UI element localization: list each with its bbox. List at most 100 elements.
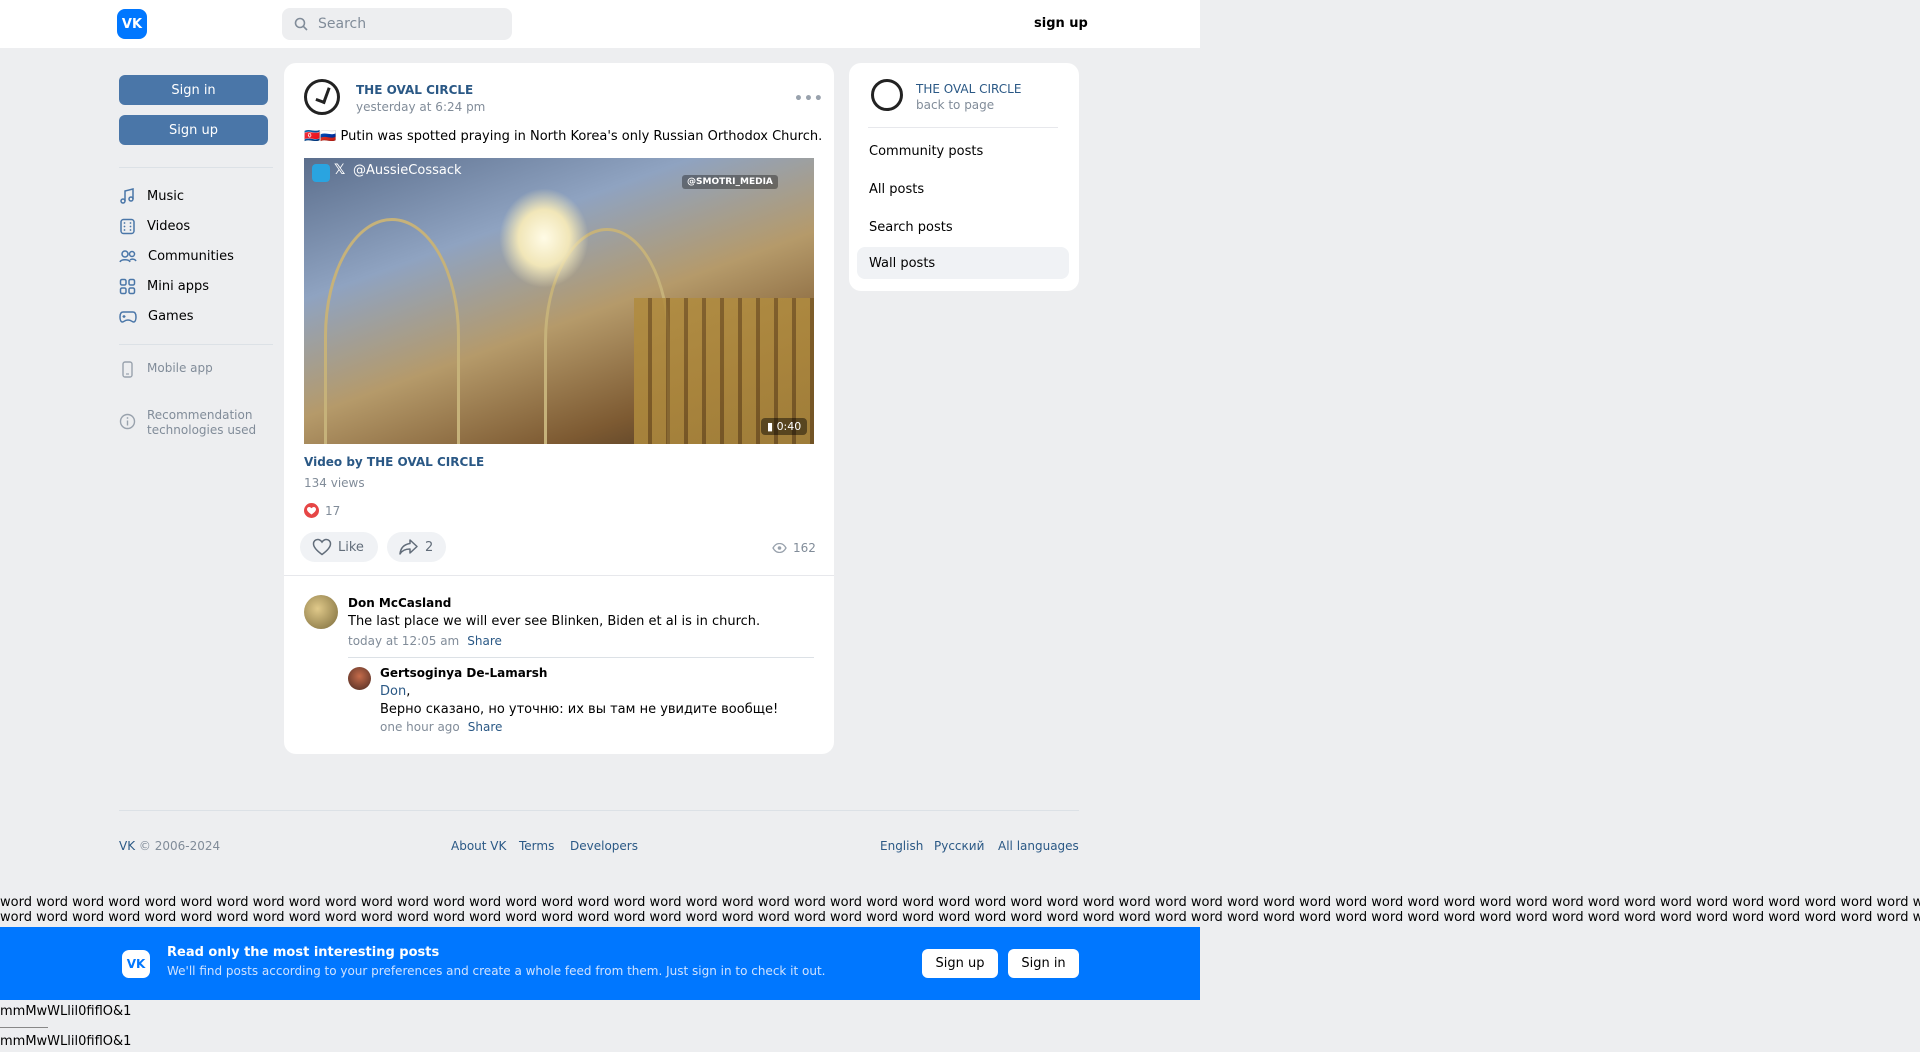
info-icon [119, 413, 136, 430]
post-time[interactable]: yesterday at 6:24 pm [356, 100, 485, 114]
mini-apps-icon [119, 278, 136, 295]
filler-text: word word word word word word word word … [0, 910, 1920, 925]
views-count: 162 [793, 541, 816, 555]
sidebar-signup-button[interactable]: Sign up [119, 115, 268, 145]
share-button[interactable]: 2 [387, 532, 446, 562]
phone-icon [122, 361, 133, 378]
right-group-avatar[interactable] [871, 79, 903, 111]
video-icon [120, 218, 135, 235]
eye-icon [772, 543, 787, 553]
right-item-search-posts[interactable]: Search posts [869, 211, 1057, 243]
comment-time[interactable]: today at 12:05 am [348, 634, 459, 648]
footer-link-about[interactable]: About VK [451, 839, 506, 853]
telegram-icon [312, 164, 330, 182]
banner-signin-button[interactable]: Sign in [1008, 949, 1079, 978]
sidebar-item-recommendations[interactable]: Recommendation technologies used [119, 408, 256, 438]
heart-reaction-icon[interactable] [304, 503, 319, 518]
sidebar-item-label: Mobile app [147, 361, 213, 375]
like-button[interactable]: Like [300, 532, 378, 562]
right-divider [868, 127, 1058, 128]
right-group-name[interactable]: THE OVAL CIRCLE [916, 82, 1021, 96]
reply-author[interactable]: Gertsoginya De-Lamarsh [380, 666, 547, 680]
sidebar-divider [119, 167, 273, 168]
post-text: 🇰🇵🇷🇺 Putin was spotted praying in North … [304, 129, 823, 144]
sidebar-item-games[interactable]: Games [119, 308, 193, 325]
top-bar: VK sign up [0, 0, 1200, 48]
more-options-icon[interactable]: ••• [794, 91, 824, 107]
banner-title: Read only the most interesting posts [167, 945, 440, 960]
sidebar-divider [119, 344, 273, 345]
sidebar-item-label: Communities [148, 249, 234, 264]
banner-vk-logo: VK [122, 950, 150, 978]
sidebar-item-label: Videos [147, 219, 191, 234]
comment-meta: today at 12:05 am Share [348, 634, 502, 648]
sidebar-item-videos[interactable]: Videos [119, 218, 190, 235]
search-input[interactable] [316, 15, 500, 33]
reply-meta: one hour ago Share [380, 720, 502, 734]
sidebar-item-label: Music [147, 189, 184, 204]
tail-text: mmMwWLlil0fiflO&1 [0, 1034, 132, 1049]
tail-text: mmMwWLlil0fiflO&1 [0, 1004, 132, 1019]
x-icon: 𝕏 [334, 162, 346, 178]
video-scene [499, 188, 589, 288]
group-avatar[interactable] [304, 79, 340, 115]
filler-text: word word word word word word word word … [0, 895, 1920, 910]
video-title[interactable]: Video by THE OVAL CIRCLE [304, 455, 484, 469]
comment-share-link[interactable]: Share [467, 634, 502, 648]
comment-author[interactable]: Don McCasland [348, 596, 451, 610]
communities-icon [119, 250, 137, 263]
reply-time[interactable]: one hour ago [380, 720, 460, 734]
reactions-count[interactable]: 17 [325, 504, 340, 518]
comment-avatar[interactable] [304, 595, 338, 629]
vk-logo[interactable]: VK [117, 9, 147, 39]
footer-copyright: VK © 2006-2024 [119, 839, 221, 853]
like-label: Like [338, 539, 364, 555]
sidebar-item-label: Mini apps [147, 279, 210, 294]
video-scene [324, 218, 460, 444]
reply-text: Верно сказано, но уточню: их вы там не у… [380, 702, 779, 717]
footer-link-terms[interactable]: Terms [519, 839, 554, 853]
reply-avatar[interactable] [348, 667, 371, 690]
share-icon [399, 539, 418, 555]
video-duration: ▮ 0:40 [761, 418, 808, 435]
video-views: 134 views [304, 476, 365, 490]
right-item-community-posts[interactable]: Community posts [869, 135, 1057, 167]
sidebar-item-mobile-app[interactable]: Mobile app [119, 361, 213, 378]
footer-divider [119, 810, 1079, 811]
comment-divider [348, 657, 814, 658]
video-handle: @AussieCossack [353, 163, 462, 178]
heart-icon [312, 538, 332, 556]
reply-mention[interactable]: Don, [380, 684, 410, 699]
search-box[interactable] [282, 8, 512, 40]
search-icon [294, 17, 308, 31]
right-panel: THE OVAL CIRCLE back to page Community p… [849, 63, 1079, 291]
banner-subtitle: We'll find posts according to your prefe… [167, 964, 826, 978]
sidebar-item-label: Games [148, 309, 194, 324]
games-icon [119, 311, 137, 323]
signal-icon: ▮ [767, 420, 777, 433]
reply-share-link[interactable]: Share [468, 720, 503, 734]
right-item-wall-posts[interactable]: Wall posts [857, 247, 1069, 279]
sidebar-item-mini-apps[interactable]: Mini apps [119, 278, 209, 295]
footer-lang-english[interactable]: English [880, 839, 923, 853]
banner-signup-button[interactable]: Sign up [922, 949, 998, 978]
post-group-name[interactable]: THE OVAL CIRCLE [356, 83, 473, 97]
sidebar-item-communities[interactable]: Communities [119, 248, 234, 265]
sidebar-item-music[interactable]: Music [119, 188, 184, 205]
tail-divider [0, 1027, 48, 1028]
footer-lang-all[interactable]: All languages [998, 839, 1079, 853]
right-item-all-posts[interactable]: All posts [869, 173, 1057, 205]
back-to-page-link[interactable]: back to page [916, 98, 994, 112]
header-signup-link[interactable]: sign up [1034, 16, 1088, 31]
signup-banner: VK Read only the most interesting posts … [0, 927, 1200, 1000]
footer-link-developers[interactable]: Developers [570, 839, 638, 853]
video-watermark: @SMOTRI_MEDIA [682, 175, 778, 189]
post-card: THE OVAL CIRCLE yesterday at 6:24 pm •••… [284, 63, 834, 754]
footer-lang-russian[interactable]: Русский [934, 839, 984, 853]
sidebar-item-label: Recommendation technologies used [147, 408, 257, 437]
share-count: 2 [425, 539, 434, 555]
video-player[interactable]: 𝕏 @AussieCossack @SMOTRI_MEDIA ▮ 0:40 [304, 158, 814, 444]
sidebar-signin-button[interactable]: Sign in [119, 75, 268, 105]
music-icon [120, 188, 134, 204]
post-divider [284, 575, 834, 576]
